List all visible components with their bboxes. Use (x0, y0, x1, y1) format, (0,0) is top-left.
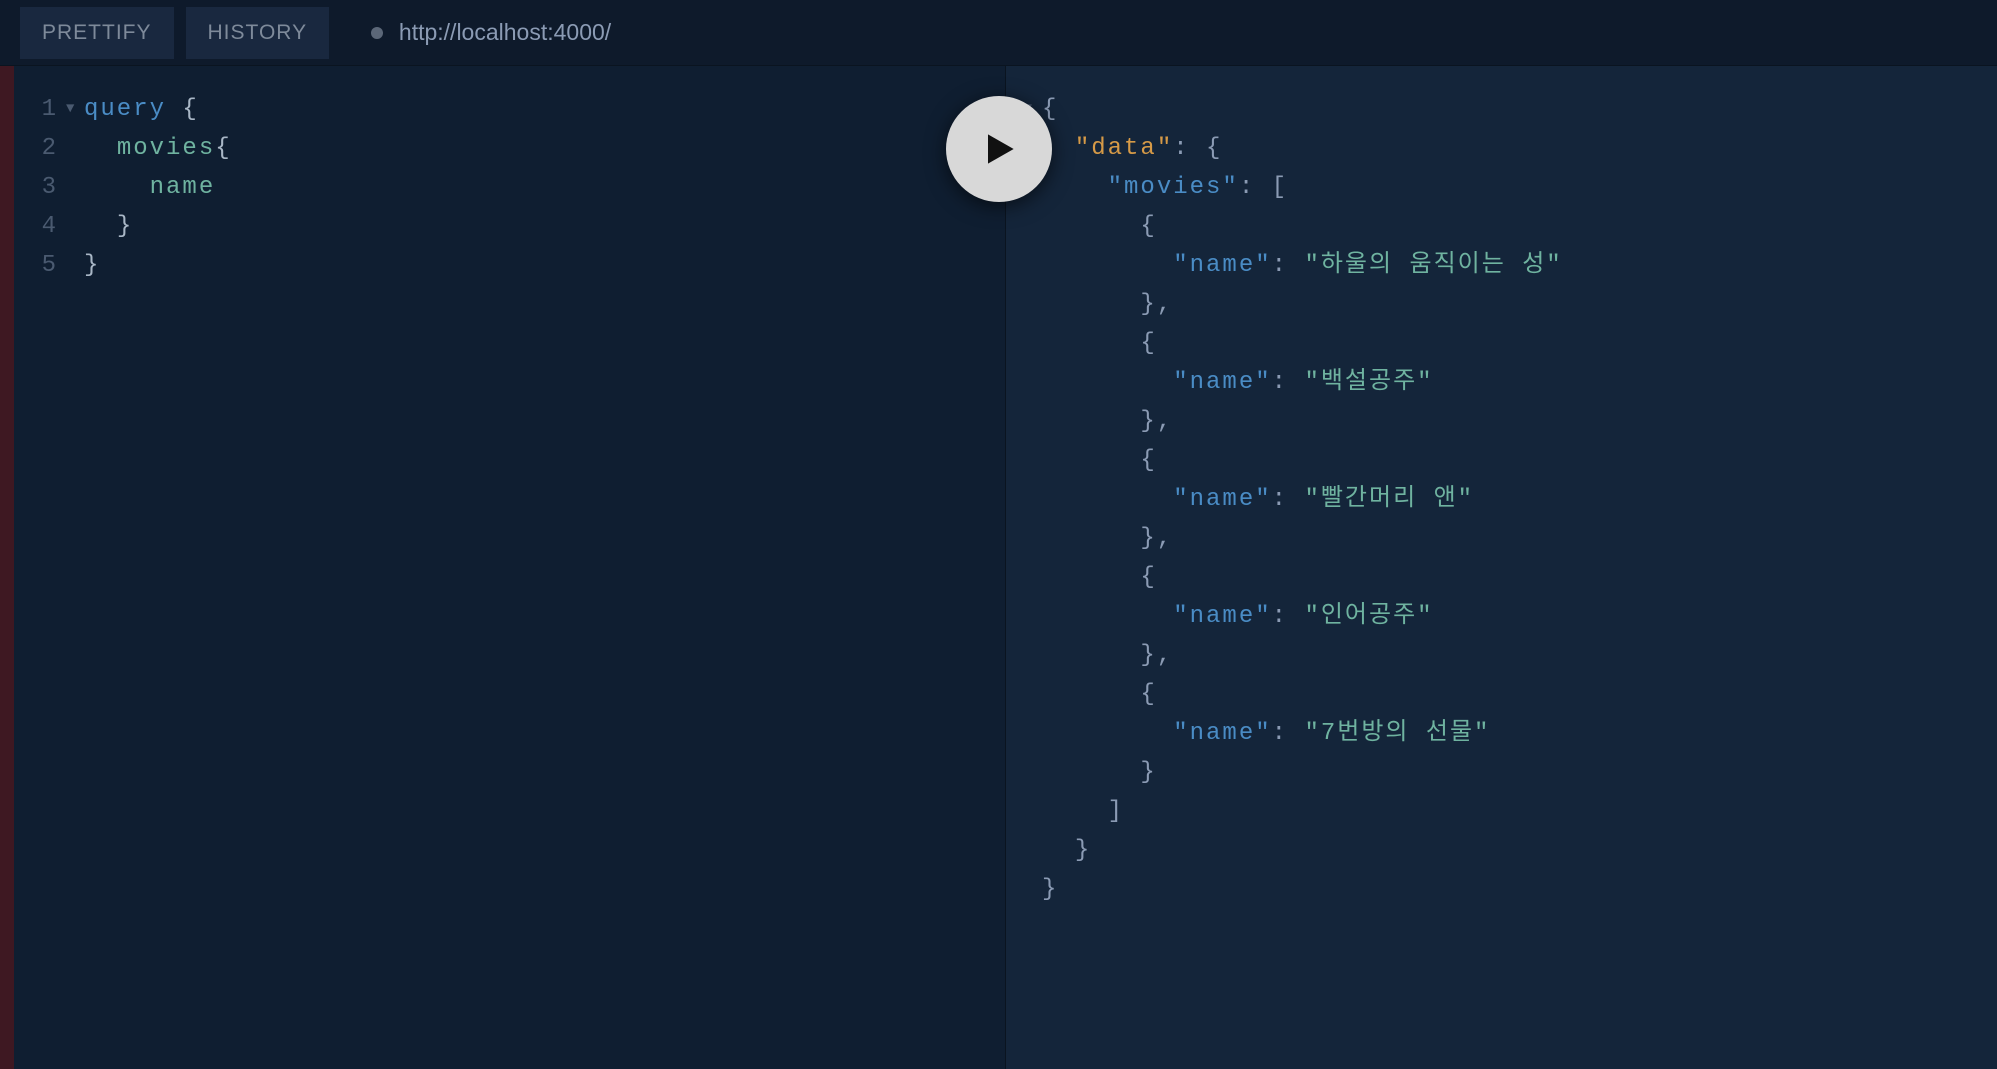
toolbar: PRETTIFY HISTORY (0, 0, 1997, 66)
json-value: "인어공주" (1304, 603, 1433, 630)
token-brace: } (84, 252, 100, 279)
json-key: "name" (1173, 486, 1271, 513)
token-brace: { (166, 96, 199, 123)
json-value: "7번방의 선물" (1304, 720, 1490, 747)
json-key: "name" (1173, 252, 1271, 279)
json-key: "movies" (1108, 174, 1239, 201)
token-keyword: query (84, 96, 166, 123)
recording-indicator-strip (0, 66, 14, 1069)
query-editor-panel[interactable]: 1 2 3 4 5 ▼ query { movies{ name } } (14, 66, 1005, 1069)
json-value: "백설공주" (1304, 369, 1433, 396)
history-button[interactable]: HISTORY (186, 7, 330, 59)
play-icon (977, 127, 1021, 171)
json-key: "name" (1173, 720, 1271, 747)
execute-query-button[interactable] (946, 96, 1052, 202)
token-brace: { (215, 135, 231, 162)
endpoint-url-input[interactable] (399, 19, 1959, 46)
token-field: movies (117, 135, 215, 162)
json-value: "빨간머리 앤" (1304, 486, 1474, 513)
url-bar (353, 9, 1977, 57)
result-json: { "data": { "movies": [ { "name": "하울의 움… (1042, 90, 1997, 1069)
main-split: 1 2 3 4 5 ▼ query { movies{ name } } ▼ ▼… (0, 66, 1997, 1069)
status-dot-icon (371, 27, 383, 39)
fold-gutter: ▼ (66, 90, 84, 1069)
query-code[interactable]: query { movies{ name } } (84, 90, 1005, 1069)
token-brace: } (117, 213, 133, 240)
token-field: name (150, 174, 216, 201)
json-key: "data" (1075, 135, 1173, 162)
json-key: "name" (1173, 603, 1271, 630)
result-panel: ▼ ▼ ▼ { "data": { "movies": [ { "name": … (1006, 66, 1997, 1069)
json-key: "name" (1173, 369, 1271, 396)
line-number-gutter: 1 2 3 4 5 (14, 90, 66, 1069)
json-value: "하울의 움직이는 성" (1304, 252, 1562, 279)
result-fold-gutter: ▼ ▼ ▼ (1006, 90, 1042, 1069)
prettify-button[interactable]: PRETTIFY (20, 7, 174, 59)
